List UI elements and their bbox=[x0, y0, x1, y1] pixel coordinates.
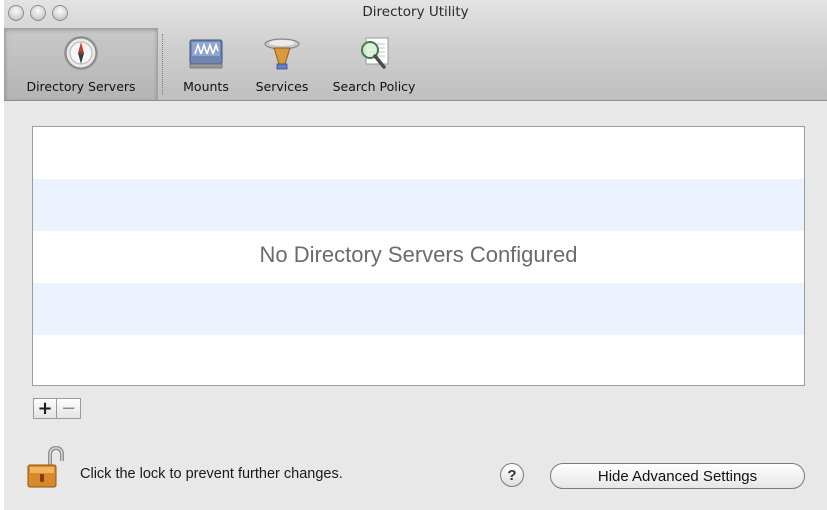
toolbar-separator bbox=[162, 34, 163, 94]
lock-message: Click the lock to prevent further change… bbox=[80, 466, 343, 482]
add-remove-control: + − bbox=[33, 398, 81, 419]
toolbar-label: Mounts bbox=[183, 79, 229, 94]
directory-servers-list[interactable]: No Directory Servers Configured bbox=[32, 126, 805, 386]
help-button[interactable]: ? bbox=[500, 463, 524, 487]
add-server-button[interactable]: + bbox=[33, 398, 57, 419]
window-title: Directory Utility bbox=[362, 4, 469, 20]
titlebar-toolbar: Directory Utility Directory Servers Moun… bbox=[4, 0, 827, 101]
remove-server-button[interactable]: − bbox=[57, 398, 81, 419]
search-policy-icon bbox=[361, 37, 389, 69]
services-icon bbox=[264, 38, 300, 70]
directory-utility-window: Directory Utility Directory Servers Moun… bbox=[4, 0, 827, 510]
hide-advanced-settings-button[interactable]: Hide Advanced Settings bbox=[550, 463, 805, 489]
toolbar-label: Search Policy bbox=[332, 79, 416, 94]
list-row-stripe bbox=[33, 283, 804, 335]
empty-list-message: No Directory Servers Configured bbox=[259, 242, 578, 267]
toolbar-label: Services bbox=[255, 79, 309, 94]
lock-icon[interactable] bbox=[24, 445, 66, 489]
toolbar-label: Directory Servers bbox=[26, 79, 136, 94]
compass-icon bbox=[64, 36, 98, 70]
mounts-icon bbox=[189, 39, 223, 69]
toolbar-directory-servers[interactable]: Directory Servers bbox=[4, 28, 158, 100]
toolbar-services[interactable]: Services bbox=[248, 28, 316, 100]
toolbar-search-policy[interactable]: Search Policy bbox=[322, 28, 426, 100]
toolbar-mounts[interactable]: Mounts bbox=[174, 28, 238, 100]
list-row-stripe bbox=[33, 179, 804, 231]
